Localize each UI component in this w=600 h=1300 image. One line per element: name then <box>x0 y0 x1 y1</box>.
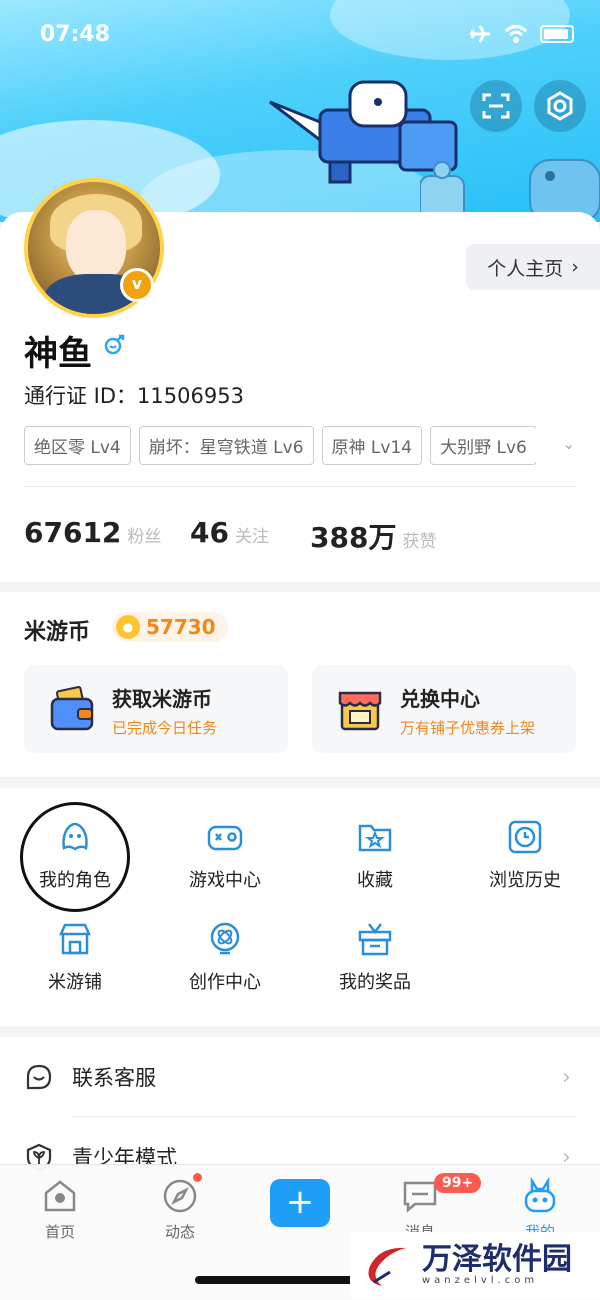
chevron-down-icon[interactable]: ⌄ <box>562 434 575 453</box>
scan-button[interactable] <box>470 80 522 132</box>
followers-stat[interactable]: 67612 粉丝 <box>24 516 161 549</box>
gift-icon <box>358 923 392 956</box>
stat-label: 粉丝 <box>127 527 162 547</box>
grid-item-label: 收藏 <box>357 870 393 891</box>
plus-icon: + <box>285 1182 315 1222</box>
game-tag[interactable]: 绝区零 Lv4 <box>24 426 131 465</box>
settings-list: 联系客服 › 青少年模式 › <box>0 1037 600 1177</box>
watermark-logo <box>368 1247 406 1286</box>
status-icons <box>468 24 574 44</box>
star-folder-icon <box>358 824 392 852</box>
creator-icon <box>210 922 240 955</box>
character-icon <box>62 822 88 851</box>
wifi-icon <box>504 25 528 43</box>
stat-label: 获赞 <box>402 532 437 552</box>
gamepad-icon <box>207 825 243 851</box>
chevron-right-icon: › <box>571 256 579 278</box>
gear-icon <box>547 91 573 121</box>
game-tag[interactable]: 大别野 Lv6 <box>430 426 536 465</box>
pass-id: 通行证 ID：11506953 <box>24 380 244 410</box>
home-icon <box>44 1180 76 1212</box>
notification-dot <box>193 1173 202 1182</box>
clock-icon <box>508 820 542 854</box>
earn-coins-card[interactable]: 获取米游币 已完成今日任务 <box>24 665 288 753</box>
compass-icon <box>163 1179 197 1213</box>
list-item-label: 联系客服 <box>72 1066 156 1090</box>
grid-item-label: 游戏中心 <box>189 870 261 891</box>
create-post-button[interactable]: + <box>270 1179 330 1227</box>
game-tag[interactable]: 原神 Lv14 <box>321 426 423 465</box>
airplane-icon <box>470 25 490 43</box>
game-center-item[interactable]: 游戏中心 <box>150 818 300 892</box>
status-time: 07:48 <box>40 22 111 47</box>
pass-id-label: 通行证 ID： <box>24 384 138 408</box>
tab-label: 动态 <box>164 1223 195 1241</box>
male-gender-icon <box>104 334 125 355</box>
stat-value: 388万 <box>310 521 397 554</box>
divider <box>24 486 576 487</box>
tab-home[interactable]: 首页 <box>15 1177 105 1242</box>
tab-feed[interactable]: 动态 <box>135 1177 225 1242</box>
stat-label: 关注 <box>234 527 269 547</box>
creator-center-item[interactable]: 创作中心 <box>150 920 300 994</box>
favorites-item[interactable]: 收藏 <box>300 818 450 892</box>
following-stat[interactable]: 46 关注 <box>190 516 269 549</box>
exchange-center-card[interactable]: 兑换中心 万有铺子优惠券上架 <box>312 665 576 753</box>
feature-grid: 我的角色 游戏中心 收藏 浏览历史 米游铺 创作中心 我的奖品 <box>0 788 600 1026</box>
message-count-badge: 99+ <box>434 1173 482 1193</box>
wallet-icon <box>50 686 94 731</box>
scan-icon <box>482 93 510 119</box>
game-tag[interactable]: 崩坏：星穹铁道 Lv6 <box>138 426 314 465</box>
coins-title: 米游币 <box>24 620 91 645</box>
grid-item-label: 创作中心 <box>189 972 261 993</box>
coin-icon: ● <box>116 615 140 639</box>
personal-homepage-label: 个人主页 <box>487 257 564 280</box>
pass-id-value: 11506953 <box>137 384 244 408</box>
grid-item-label: 我的角色 <box>39 870 111 891</box>
my-prizes-item[interactable]: 我的奖品 <box>300 920 450 994</box>
history-item[interactable]: 浏览历史 <box>450 818 600 892</box>
store-icon <box>59 923 91 955</box>
watermark-title: 万泽软件园 <box>422 1242 572 1277</box>
grid-item-label: 浏览历史 <box>489 870 561 891</box>
mi-store-item[interactable]: 米游铺 <box>0 920 150 994</box>
customer-service-row[interactable]: 联系客服 › <box>0 1037 600 1117</box>
exchange-center-title: 兑换中心 <box>400 687 480 711</box>
chat-smile-icon <box>26 1064 52 1090</box>
robot-figures-illustration <box>420 159 600 222</box>
exchange-center-subtitle: 万有铺子优惠券上架 <box>400 719 536 737</box>
verified-badge: v <box>120 268 154 302</box>
grid-item-label: 米游铺 <box>48 972 102 993</box>
chevron-right-icon: › <box>562 1064 571 1090</box>
personal-homepage-button[interactable]: 个人主页 › <box>466 244 600 290</box>
grid-item-label: 我的奖品 <box>339 972 411 993</box>
game-level-tags: 绝区零 Lv4 崩坏：星穹铁道 Lv6 原神 Lv14 大别野 Lv6 <box>24 426 536 465</box>
stat-value: 46 <box>190 516 229 549</box>
coin-balance-value: 57730 <box>146 615 216 639</box>
coins-card: 米游币 ● 57730 获取米游币 已完成今日任务 兑换中心 万有铺子优惠券上架 <box>0 592 600 777</box>
coin-balance[interactable]: ● 57730 <box>112 612 228 642</box>
site-watermark: 万泽软件园 wanzelvl.com <box>350 1232 600 1299</box>
shop-icon <box>338 691 382 731</box>
my-characters-item[interactable]: 我的角色 <box>0 818 150 892</box>
earn-coins-subtitle: 已完成今日任务 <box>112 719 218 737</box>
likes-stat[interactable]: 388万 获赞 <box>310 516 436 556</box>
earn-coins-title: 获取米游币 <box>112 687 212 711</box>
tab-label: 首页 <box>44 1223 75 1241</box>
battery-icon <box>540 25 574 43</box>
nickname: 神鱼 <box>24 334 92 374</box>
stat-value: 67612 <box>24 516 122 549</box>
settings-button[interactable] <box>534 80 586 132</box>
bunny-icon <box>524 1177 556 1213</box>
